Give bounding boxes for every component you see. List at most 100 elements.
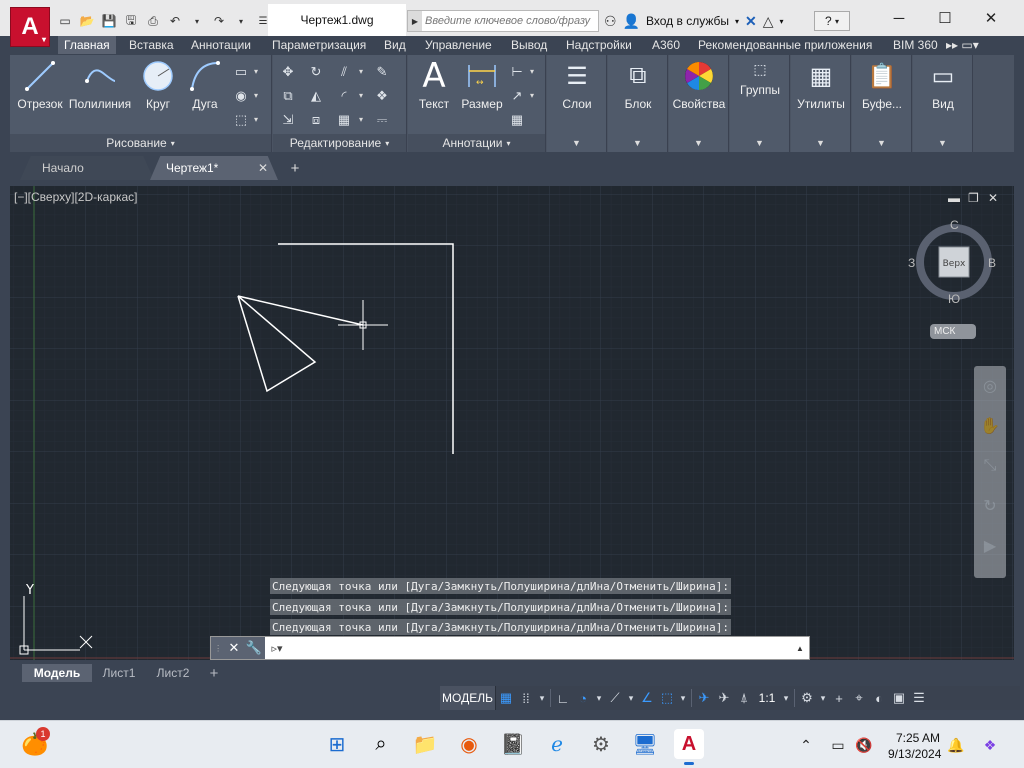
erase-icon[interactable]: ✎ [373, 63, 391, 81]
clock[interactable]: 7:25 AM 9/13/2024 [888, 730, 941, 762]
annotation-monitor-icon[interactable]: + [829, 686, 849, 710]
drawing-viewport[interactable]: Y [−][Сверху][2D-каркас] ▬ ❐ ✕ Верх С Ю … [10, 186, 1014, 660]
wcs-dropdown[interactable]: МСК [930, 324, 976, 339]
maximize-button[interactable]: ☐ [922, 0, 968, 36]
showmotion-icon[interactable]: ▶ [974, 526, 1006, 566]
tab-annotate[interactable]: Аннотации [191, 36, 251, 54]
block-tool[interactable]: ⧉ Блок [608, 59, 668, 127]
move-icon[interactable]: ✥ [279, 63, 297, 81]
stretch-icon[interactable]: ⇲ [279, 111, 297, 129]
tab-close-icon[interactable]: ✕ [258, 161, 268, 175]
trim-dropdown-icon[interactable]: ▾ [359, 67, 363, 76]
a360-dropdown-icon[interactable]: ▾ [780, 17, 784, 26]
open-icon[interactable]: 📂 [78, 12, 96, 30]
scale-dropdown-icon[interactable]: ▾ [780, 686, 792, 710]
steering-wheel-icon[interactable]: ◎ [974, 366, 1006, 406]
new-tab-button[interactable]: + [284, 156, 306, 180]
isolate-objects-icon[interactable]: ◐ [869, 686, 889, 710]
array-dropdown-icon[interactable]: ▾ [359, 115, 363, 124]
control-panel-icon[interactable]: 🖥 [630, 729, 660, 759]
pan-icon[interactable]: ✋ [974, 406, 1006, 446]
panel-groups[interactable]: ⬚ Группы ▼ [730, 55, 790, 152]
notification-bell-icon[interactable]: 🔔 [946, 735, 966, 755]
wrench-icon[interactable]: 🔧 [246, 640, 262, 656]
panel-annotation-title[interactable]: Аннотации ▾ [408, 134, 545, 152]
arc-tool[interactable]: Дуга [176, 59, 234, 127]
widgets-icon[interactable]: 🍊 1 [20, 727, 50, 759]
layers-tool[interactable]: ☰ Слои [547, 59, 607, 127]
fillet-icon[interactable]: ◜ [335, 87, 353, 105]
compass-north[interactable]: С [950, 218, 959, 232]
annotation-visibility-icon[interactable]: ✈ [694, 686, 714, 710]
command-close-icon[interactable]: ✕ [228, 640, 239, 656]
linear-dim-dropdown-icon[interactable]: ▾ [530, 67, 534, 76]
table-icon[interactable]: ▦ [508, 111, 526, 129]
ribbon-more-icon[interactable]: ▸▸ ▭▾ [946, 36, 979, 54]
tab-sheet2[interactable]: Лист2 [148, 664, 198, 682]
line-tool[interactable]: Отрезок [10, 59, 70, 127]
workspace-gear-icon[interactable]: ⚙ [797, 686, 817, 710]
compass-east[interactable]: В [988, 256, 996, 270]
clipboard-tool[interactable]: 📋 Буфе... [852, 59, 912, 127]
search-input[interactable] [422, 15, 592, 27]
tab-insert[interactable]: Вставка [129, 36, 174, 54]
panel-utilities[interactable]: ▦ Утилиты ▼ [791, 55, 851, 152]
polar-dropdown-icon[interactable]: ▾ [593, 686, 605, 710]
tab-manage[interactable]: Управление [425, 36, 492, 54]
tab-home[interactable]: Главная [58, 36, 116, 54]
new-icon[interactable]: ▭ [56, 12, 74, 30]
save-icon[interactable]: 💾 [100, 12, 118, 30]
offset-icon[interactable]: ⎓ [373, 111, 391, 129]
units-icon[interactable]: ⌖ [849, 686, 869, 710]
tab-output[interactable]: Вывод [511, 36, 547, 54]
notepad-icon[interactable]: 📓 [498, 729, 528, 759]
object-snap-icon[interactable]: ⬚ [657, 686, 677, 710]
panel-draw-title[interactable]: Рисование ▾ [10, 134, 271, 152]
undo-icon[interactable]: ↶ [166, 12, 184, 30]
isodraft-icon[interactable]: ⟋ [605, 686, 625, 710]
customization-menu-icon[interactable]: ☰ [909, 686, 929, 710]
internet-explorer-icon[interactable]: ℯ [542, 729, 572, 759]
annotation-scale-icon[interactable]: ⍋ [734, 686, 754, 710]
polar-tracking-icon[interactable]: ◔ [573, 686, 593, 710]
panel-properties[interactable]: Свойства ▼ [669, 55, 729, 152]
tab-drawing1[interactable]: Чертеж1* ✕ [150, 156, 278, 180]
undo-dropdown-icon[interactable]: ▾ [188, 12, 206, 30]
start-icon[interactable]: ⊞ [322, 729, 352, 759]
rotate-icon[interactable]: ↻ [307, 63, 325, 81]
firefox-icon[interactable]: ◉ [454, 729, 484, 759]
panel-view[interactable]: ▭ Вид ▼ [913, 55, 973, 152]
volume-icon[interactable]: 🔇 [854, 735, 874, 755]
array-icon[interactable]: ▦ [335, 111, 353, 129]
utilities-tool[interactable]: ▦ Утилиты [791, 59, 851, 127]
viewport-close-icon[interactable]: ✕ [988, 191, 998, 205]
auto-scale-icon[interactable]: ✈ [714, 686, 734, 710]
signin-dropdown-icon[interactable]: ▾ [735, 17, 739, 26]
panel-layers[interactable]: ☰ Слои ▼ [547, 55, 607, 152]
polyline-tool[interactable]: Полилиния [68, 59, 132, 127]
autocad-taskbar-icon[interactable]: A [674, 729, 704, 765]
viewport-controls-label[interactable]: [−][Сверху][2D-каркас] [14, 190, 138, 204]
grip-icon[interactable]: ⋮ [214, 644, 222, 653]
tab-bim360[interactable]: BIM 360 [893, 36, 938, 54]
command-prompt-icon[interactable]: ▹▾ [265, 642, 289, 655]
copy-icon[interactable]: ⧉ [279, 87, 297, 105]
settings-icon[interactable]: ⚙ [586, 729, 616, 759]
search-icon[interactable]: ⌕ [366, 729, 396, 759]
hatch-dropdown-icon[interactable]: ▾ [254, 91, 258, 100]
help-dropdown-icon[interactable]: ▾ [835, 17, 839, 26]
scale-readout[interactable]: 1:1 [754, 686, 780, 710]
application-menu-button[interactable]: A ▾ [10, 7, 50, 47]
compass-south[interactable]: Ю [948, 292, 960, 306]
hatch-icon[interactable]: ◉ [232, 87, 250, 105]
a360-icon[interactable]: △ [763, 13, 774, 30]
panel-block[interactable]: ⧉ Блок ▼ [608, 55, 668, 152]
grid-display-icon[interactable]: ▦ [496, 686, 516, 710]
viewcube[interactable]: Верх С Ю В З [908, 218, 996, 306]
panel-modify-title[interactable]: Редактирование ▾ [273, 134, 406, 152]
orbit-icon[interactable]: ↻ [974, 486, 1006, 526]
tab-model[interactable]: Модель [22, 664, 92, 682]
leader-dropdown-icon[interactable]: ▾ [530, 91, 534, 100]
tray-overflow-icon[interactable]: ⌃ [796, 735, 816, 755]
tab-addins[interactable]: Надстройки [566, 36, 632, 54]
